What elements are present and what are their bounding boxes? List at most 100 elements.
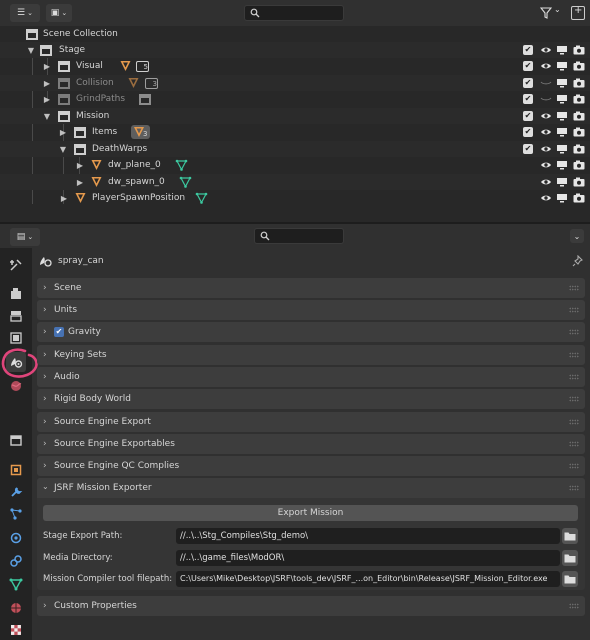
editor-type-button[interactable]: ☰ ⌄ bbox=[10, 4, 40, 22]
tab-object[interactable] bbox=[6, 460, 26, 480]
eye-icon[interactable] bbox=[540, 176, 552, 188]
panel-custom-properties[interactable]: › Custom Properties bbox=[37, 596, 585, 616]
compiler-path-input[interactable]: C:\Users\Mike\Desktop\JSRF\tools_dev\JSR… bbox=[176, 571, 560, 587]
eye-icon[interactable] bbox=[540, 110, 552, 122]
camera-icon[interactable] bbox=[573, 61, 585, 71]
expand-triangle-icon[interactable]: ▶ bbox=[58, 128, 68, 137]
tab-modifiers[interactable] bbox=[6, 482, 26, 502]
monitor-icon[interactable] bbox=[556, 94, 568, 104]
mesh-data-icon[interactable] bbox=[179, 176, 192, 188]
tab-tool[interactable] bbox=[6, 255, 26, 275]
outliner-row-items[interactable]: ▶ Items 3 ✔ bbox=[0, 124, 590, 140]
tab-material[interactable] bbox=[6, 598, 26, 618]
monitor-icon[interactable] bbox=[556, 127, 568, 137]
drag-grip-icon[interactable] bbox=[569, 463, 579, 469]
eye-icon[interactable] bbox=[540, 192, 552, 204]
stage-export-path-input[interactable]: //..\..\Stg_Compiles\Stg_demo\ bbox=[176, 528, 560, 544]
camera-icon[interactable] bbox=[573, 45, 585, 55]
expand-triangle-icon[interactable]: ▶ bbox=[42, 62, 52, 71]
monitor-icon[interactable] bbox=[556, 61, 568, 71]
media-directory-input[interactable]: //..\..\game_files\ModOR\ bbox=[176, 550, 560, 566]
eye-icon[interactable] bbox=[540, 159, 552, 171]
monitor-icon[interactable] bbox=[556, 111, 568, 121]
panel-rigid-body-world[interactable]: › Rigid Body World bbox=[37, 389, 585, 409]
drag-grip-icon[interactable] bbox=[569, 396, 579, 402]
exclude-checkbox[interactable]: ✔ bbox=[523, 94, 533, 104]
tab-particles[interactable] bbox=[6, 504, 26, 524]
camera-icon[interactable] bbox=[573, 144, 585, 154]
panel-scene[interactable]: › Scene bbox=[37, 278, 585, 298]
exclude-checkbox[interactable]: ✔ bbox=[523, 111, 533, 121]
drag-grip-icon[interactable] bbox=[569, 352, 579, 358]
panel-units[interactable]: › Units bbox=[37, 300, 585, 320]
collapse-triangle-icon[interactable]: ▼ bbox=[58, 145, 68, 154]
browse-folder-button[interactable] bbox=[562, 550, 578, 566]
expand-triangle-icon[interactable]: ▶ bbox=[42, 79, 52, 88]
child-objects-group[interactable]: 3 bbox=[131, 125, 150, 139]
tab-constraints[interactable] bbox=[6, 551, 26, 571]
gravity-checkbox[interactable]: ✔ bbox=[54, 327, 64, 337]
panel-source-engine-export[interactable]: › Source Engine Export bbox=[37, 412, 585, 432]
outliner-row-mission[interactable]: ▼ Mission ✔ bbox=[0, 108, 590, 124]
editor-type-button[interactable]: ▤ ⌄ bbox=[10, 228, 40, 246]
exclude-checkbox[interactable]: ✔ bbox=[523, 127, 533, 137]
tab-texture[interactable] bbox=[6, 620, 26, 640]
camera-icon[interactable] bbox=[573, 177, 585, 187]
expand-triangle-icon[interactable]: ▶ bbox=[75, 178, 85, 187]
mesh-data-icon[interactable] bbox=[175, 159, 188, 171]
outliner-row-dw-spawn[interactable]: ▶ dw_spawn_0 bbox=[0, 174, 590, 190]
export-mission-button[interactable]: Export Mission bbox=[43, 505, 578, 521]
drag-grip-icon[interactable] bbox=[569, 419, 579, 425]
filter-button[interactable]: ⌄ bbox=[540, 5, 564, 20]
tab-collection[interactable] bbox=[6, 430, 26, 450]
collapse-triangle-icon[interactable]: ▼ bbox=[42, 112, 52, 121]
eye-closed-icon[interactable] bbox=[540, 93, 552, 105]
outliner-row-playerspawnposition[interactable]: ▶ PlayerSpawnPosition bbox=[0, 190, 590, 206]
expand-triangle-icon[interactable]: ▶ bbox=[59, 194, 69, 203]
panel-source-engine-exportables[interactable]: › Source Engine Exportables bbox=[37, 434, 585, 454]
monitor-icon[interactable] bbox=[556, 144, 568, 154]
drag-grip-icon[interactable] bbox=[569, 329, 579, 335]
tab-render[interactable] bbox=[6, 284, 26, 304]
pin-icon[interactable] bbox=[572, 255, 584, 267]
properties-search-input[interactable] bbox=[254, 228, 344, 244]
drag-grip-icon[interactable] bbox=[569, 603, 579, 609]
eye-icon[interactable] bbox=[540, 143, 552, 155]
panel-source-engine-qc[interactable]: › Source Engine QC Complies bbox=[37, 456, 585, 476]
camera-icon[interactable] bbox=[573, 160, 585, 170]
exclude-checkbox[interactable]: ✔ bbox=[523, 78, 533, 88]
scene-collection-row[interactable]: Scene Collection bbox=[0, 26, 590, 42]
monitor-icon[interactable] bbox=[556, 78, 568, 88]
drag-grip-icon[interactable] bbox=[569, 307, 579, 313]
eye-closed-icon[interactable] bbox=[540, 77, 552, 89]
tab-data[interactable] bbox=[6, 574, 26, 594]
jsrf-panel-header[interactable]: ⌄ JSRF Mission Exporter bbox=[37, 478, 585, 498]
camera-icon[interactable] bbox=[573, 193, 585, 203]
browse-folder-button[interactable] bbox=[562, 571, 578, 587]
browse-folder-button[interactable] bbox=[562, 528, 578, 544]
camera-icon[interactable] bbox=[573, 127, 585, 137]
outliner-row-grindpaths[interactable]: ▶ GrindPaths ✔ bbox=[0, 91, 590, 107]
exclude-checkbox[interactable]: ✔ bbox=[523, 61, 533, 71]
drag-grip-icon[interactable] bbox=[569, 285, 579, 291]
tab-view-layer[interactable] bbox=[6, 328, 26, 348]
expand-triangle-icon[interactable]: ▶ bbox=[42, 95, 52, 104]
monitor-icon[interactable] bbox=[556, 193, 568, 203]
camera-icon[interactable] bbox=[573, 111, 585, 121]
tab-physics[interactable] bbox=[6, 528, 26, 548]
eye-icon[interactable] bbox=[540, 60, 552, 72]
drag-grip-icon[interactable] bbox=[569, 374, 579, 380]
display-mode-button[interactable]: ▣ ⌄ bbox=[46, 4, 72, 22]
exclude-checkbox[interactable]: ✔ bbox=[523, 144, 533, 154]
new-collection-button[interactable]: + bbox=[571, 5, 585, 20]
tab-output[interactable] bbox=[6, 306, 26, 326]
drag-grip-icon[interactable] bbox=[569, 441, 579, 447]
outliner-row-deathwarps[interactable]: ▼ DeathWarps ✔ bbox=[0, 141, 590, 157]
camera-icon[interactable] bbox=[573, 94, 585, 104]
mesh-data-icon[interactable] bbox=[195, 192, 208, 204]
outliner-row-dw-plane[interactable]: ▶ dw_plane_0 bbox=[0, 157, 590, 173]
panel-gravity[interactable]: › ✔ Gravity bbox=[37, 322, 585, 342]
outliner-search-input[interactable] bbox=[244, 5, 344, 21]
tab-world[interactable] bbox=[6, 376, 26, 396]
drag-grip-icon[interactable] bbox=[569, 485, 579, 491]
